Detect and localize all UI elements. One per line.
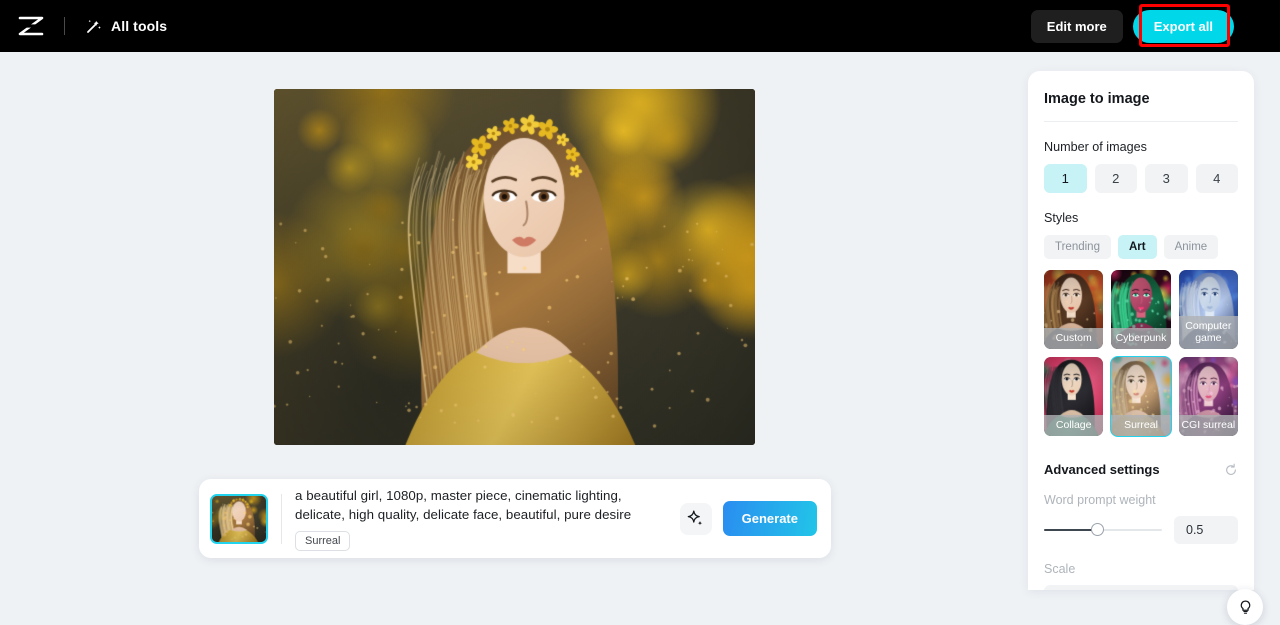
- export-all-button[interactable]: Export all: [1132, 9, 1234, 43]
- lightbulb-icon: [1237, 599, 1254, 616]
- style-card-cyberpunk[interactable]: Cyberpunk: [1111, 270, 1171, 349]
- scale-label: Scale: [1044, 562, 1076, 576]
- source-thumbnail-canvas: [212, 495, 266, 542]
- edit-more-button[interactable]: Edit more: [1030, 9, 1123, 43]
- number-option-1[interactable]: 1: [1044, 164, 1087, 193]
- style-card-label: CGI surreal: [1178, 415, 1238, 436]
- number-option-4[interactable]: 4: [1195, 164, 1238, 193]
- capcut-logo-icon[interactable]: [16, 11, 46, 41]
- style-filter-trending[interactable]: Trending: [1044, 235, 1111, 259]
- help-tips-button[interactable]: [1227, 589, 1263, 625]
- style-filter-anime[interactable]: Anime: [1163, 235, 1219, 259]
- advanced-settings-title: Advanced settings: [1044, 462, 1160, 477]
- image-to-image-panel: Image to image Number of images 1 2 3 4 …: [1028, 71, 1254, 590]
- sparkle-icon-button[interactable]: [679, 502, 712, 535]
- top-bar-actions: Edit more Export all: [1030, 9, 1234, 43]
- panel-body: Number of images 1 2 3 4 Styles Trending…: [1028, 140, 1254, 590]
- slider-fill: [1044, 529, 1098, 531]
- style-card-label: Custom: [1044, 328, 1104, 349]
- panel-title: Image to image: [1044, 91, 1150, 107]
- number-of-images-options: 1 2 3 4: [1044, 164, 1238, 193]
- styles-label: Styles: [1044, 211, 1079, 225]
- style-card-grid: Custom Cyberpunk Computer game Collage S…: [1044, 270, 1238, 437]
- style-card-label: Cyberpunk: [1111, 328, 1171, 349]
- style-card-label: Surreal: [1111, 415, 1171, 436]
- generate-button[interactable]: Generate: [722, 501, 817, 536]
- word-prompt-weight-slider[interactable]: [1044, 523, 1162, 537]
- word-prompt-weight-value[interactable]: 0.5: [1174, 516, 1238, 544]
- prompt-content: a beautiful girl, 1080p, master piece, c…: [295, 486, 666, 551]
- number-of-images-label: Number of images: [1044, 140, 1147, 154]
- reset-circular-arrow-icon[interactable]: [1224, 463, 1238, 477]
- style-filter-tabs: Trending Art Anime: [1044, 235, 1238, 259]
- number-option-3[interactable]: 3: [1145, 164, 1188, 193]
- prompt-actions: Generate: [679, 501, 817, 536]
- all-tools-button[interactable]: All tools: [85, 18, 167, 35]
- prompt-divider: [281, 493, 282, 544]
- style-card-surreal[interactable]: Surreal: [1110, 356, 1172, 437]
- toolbar-divider: [64, 17, 65, 35]
- word-prompt-weight-label: Word prompt weight: [1044, 493, 1156, 507]
- style-card-label: Computer game: [1178, 316, 1238, 349]
- word-prompt-weight-row: 0.5: [1044, 516, 1238, 544]
- prompt-bar: a beautiful girl, 1080p, master piece, c…: [199, 479, 831, 558]
- source-image-thumbnail[interactable]: [210, 493, 268, 544]
- advanced-settings-header: Advanced settings: [1044, 462, 1238, 477]
- style-card-cgi-surreal[interactable]: CGI surreal: [1178, 357, 1238, 436]
- magic-wand-icon: [85, 18, 102, 35]
- prompt-line-2: delicate, high quality, delicate face, b…: [295, 507, 632, 522]
- style-card-custom[interactable]: Custom: [1044, 270, 1104, 349]
- top-bar: All tools Edit more Export all: [0, 0, 1280, 52]
- all-tools-label: All tools: [111, 18, 168, 34]
- prompt-style-tag[interactable]: Surreal: [295, 531, 351, 551]
- prompt-text-input[interactable]: a beautiful girl, 1080p, master piece, c…: [295, 486, 666, 524]
- main-canvas-area: a beautiful girl, 1080p, master piece, c…: [0, 52, 1280, 625]
- style-filter-art[interactable]: Art: [1117, 235, 1157, 259]
- generated-image-canvas: [274, 89, 755, 445]
- scale-input[interactable]: [1044, 585, 1238, 590]
- style-card-computer-game[interactable]: Computer game: [1178, 270, 1238, 349]
- prompt-line-1: a beautiful girl, 1080p, master piece, c…: [295, 488, 622, 503]
- style-card-collage[interactable]: Collage: [1044, 357, 1104, 436]
- number-option-2[interactable]: 2: [1094, 164, 1137, 193]
- generated-image-preview[interactable]: [274, 89, 755, 445]
- slider-thumb[interactable]: [1090, 523, 1104, 536]
- panel-divider: [1044, 121, 1238, 122]
- sparkle-icon: [686, 509, 705, 528]
- style-card-label: Collage: [1044, 415, 1104, 436]
